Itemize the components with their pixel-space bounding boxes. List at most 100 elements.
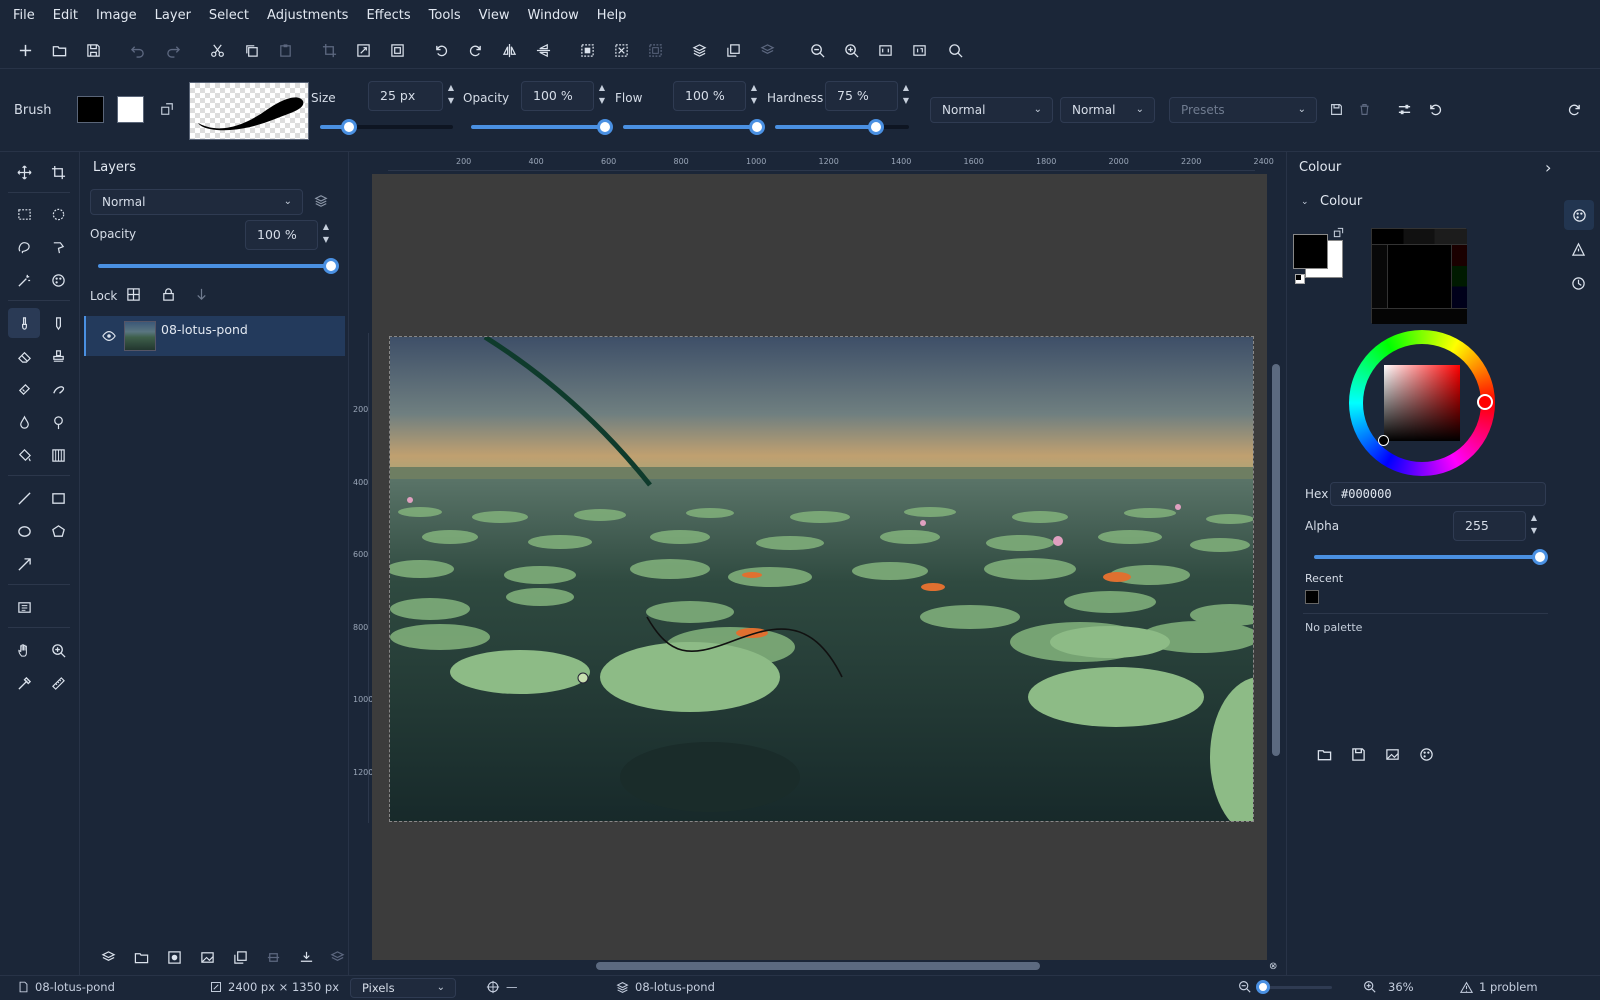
layers-stack-icon[interactable] — [686, 31, 712, 69]
adjustments-tab-icon[interactable] — [1571, 242, 1586, 260]
redo-icon[interactable] — [160, 31, 186, 69]
canvas-corner-icon[interactable]: ⊗ — [1269, 961, 1277, 972]
brush-settings-icon[interactable] — [1397, 102, 1412, 120]
zoom-slider[interactable] — [1256, 980, 1332, 994]
delete-layer-icon[interactable] — [324, 938, 350, 976]
reset-brush-icon[interactable] — [1428, 102, 1443, 120]
polygon-tool-icon[interactable] — [42, 516, 74, 546]
palette-from-image-icon[interactable] — [1385, 747, 1400, 765]
palette-icon[interactable] — [1419, 747, 1434, 765]
cut-icon[interactable] — [204, 31, 230, 69]
align-layer-icon[interactable] — [260, 938, 286, 976]
opacity-stepper[interactable]: ▲ ▼ — [596, 81, 608, 111]
eraser-tool-icon[interactable] — [8, 341, 40, 371]
alpha-slider[interactable] — [1314, 549, 1548, 565]
menu-view[interactable]: View — [479, 8, 510, 23]
saturation-value-square[interactable] — [1384, 365, 1460, 441]
swap-colors-icon[interactable] — [160, 102, 174, 119]
menu-tools[interactable]: Tools — [429, 8, 461, 23]
zoom-out-icon[interactable] — [804, 31, 830, 69]
undo-icon[interactable] — [124, 31, 150, 69]
duplicate-layer-icon[interactable] — [720, 31, 746, 69]
problems-indicator[interactable]: 1 problem — [1460, 980, 1538, 994]
flow-input[interactable]: 100 % — [673, 81, 746, 111]
primary-colour-swatch[interactable] — [1293, 234, 1328, 269]
layer-row[interactable]: 08-lotus-pond — [84, 316, 345, 356]
merge-layers-icon[interactable] — [754, 31, 780, 69]
paste-icon[interactable] — [272, 31, 298, 69]
add-layer-icon[interactable] — [95, 938, 121, 976]
gradient-tool-icon[interactable] — [42, 440, 74, 470]
canvas-size-icon[interactable] — [384, 31, 410, 69]
menu-help[interactable]: Help — [597, 8, 627, 23]
add-mask-icon[interactable] — [161, 938, 187, 976]
menu-image[interactable]: Image — [96, 8, 137, 23]
resize-image-icon[interactable] — [350, 31, 376, 69]
move-tool-icon[interactable] — [8, 157, 40, 187]
flip-horizontal-icon[interactable] — [496, 31, 522, 69]
lock-icon[interactable] — [161, 287, 176, 305]
brush-preview[interactable] — [189, 82, 309, 140]
menu-layer[interactable]: Layer — [155, 8, 191, 23]
units-dropdown[interactable]: Pixels ⌄ — [350, 978, 456, 998]
dodge-tool-icon[interactable] — [42, 407, 74, 437]
smudge-tool-icon[interactable] — [42, 374, 74, 404]
primary-color-swatch[interactable] — [77, 96, 104, 123]
lock-position-icon[interactable] — [194, 287, 209, 305]
new-file-icon[interactable] — [12, 31, 38, 69]
layer-opacity-stepper[interactable]: ▲ ▼ — [320, 220, 332, 250]
document-canvas[interactable] — [389, 336, 1254, 822]
ruler-tool-icon[interactable] — [42, 668, 74, 698]
chevron-down-icon[interactable]: ⌄ — [1301, 197, 1309, 207]
menu-window[interactable]: Window — [528, 8, 579, 23]
hue-handle[interactable] — [1477, 394, 1493, 410]
crop-icon[interactable] — [316, 31, 342, 69]
open-palette-icon[interactable] — [1317, 747, 1332, 765]
zoom-out-button[interactable] — [1238, 980, 1251, 993]
colour-wheel[interactable] — [1349, 330, 1495, 476]
fit-window-icon[interactable] — [872, 31, 898, 69]
zoom-in-button[interactable] — [1363, 980, 1376, 993]
menu-adjustments[interactable]: Adjustments — [267, 8, 348, 23]
vertical-scrollbar[interactable] — [1272, 364, 1280, 756]
horizontal-scrollbar[interactable] — [596, 962, 1040, 970]
blur-tool-icon[interactable] — [8, 407, 40, 437]
hardness-stepper[interactable]: ▲ ▼ — [900, 81, 912, 111]
text-tool-icon[interactable] — [8, 592, 40, 622]
polygon-lasso-icon[interactable] — [42, 232, 74, 262]
menu-select[interactable]: Select — [209, 8, 249, 23]
rotate-right-icon[interactable] — [462, 31, 488, 69]
blend-mode-dropdown[interactable]: Normal ⌄ — [930, 97, 1053, 123]
flow-slider[interactable] — [623, 119, 765, 135]
flip-vertical-icon[interactable] — [530, 31, 556, 69]
collapse-panel-icon[interactable]: › — [1545, 158, 1551, 177]
menu-file[interactable]: File — [13, 8, 35, 23]
swap-colours-icon[interactable] — [1333, 227, 1344, 241]
zoom-tool-icon[interactable] — [42, 635, 74, 665]
rect-select-icon[interactable] — [8, 199, 40, 229]
hardness-input[interactable]: 75 % — [825, 81, 898, 111]
search-icon[interactable] — [942, 31, 968, 69]
eyedropper-icon[interactable] — [8, 668, 40, 698]
select-all-icon[interactable] — [574, 31, 600, 69]
recent-colour-swatch[interactable] — [1305, 590, 1319, 604]
size-slider[interactable] — [320, 119, 453, 135]
alpha-stepper[interactable]: ▲ ▼ — [1528, 511, 1540, 541]
clone-stamp-icon[interactable] — [42, 341, 74, 371]
lasso-select-icon[interactable] — [42, 199, 74, 229]
secondary-color-swatch[interactable] — [117, 96, 144, 123]
menu-effects[interactable]: Effects — [366, 8, 410, 23]
delete-preset-icon[interactable] — [1358, 103, 1371, 119]
save-palette-icon[interactable] — [1351, 747, 1366, 765]
healing-tool-icon[interactable] — [8, 374, 40, 404]
pencil-tool-icon[interactable] — [42, 308, 74, 338]
opacity-input[interactable]: 100 % — [521, 81, 594, 111]
save-icon[interactable] — [80, 31, 106, 69]
size-input[interactable]: 25 px — [368, 81, 443, 111]
hex-input[interactable]: #000000 — [1330, 482, 1546, 506]
actual-size-icon[interactable] — [906, 31, 932, 69]
reset-colours-icon[interactable] — [1295, 274, 1305, 284]
adjustment-layer-icon[interactable] — [194, 938, 220, 976]
hand-tool-icon[interactable] — [8, 635, 40, 665]
layer-properties-icon[interactable] — [314, 194, 328, 211]
